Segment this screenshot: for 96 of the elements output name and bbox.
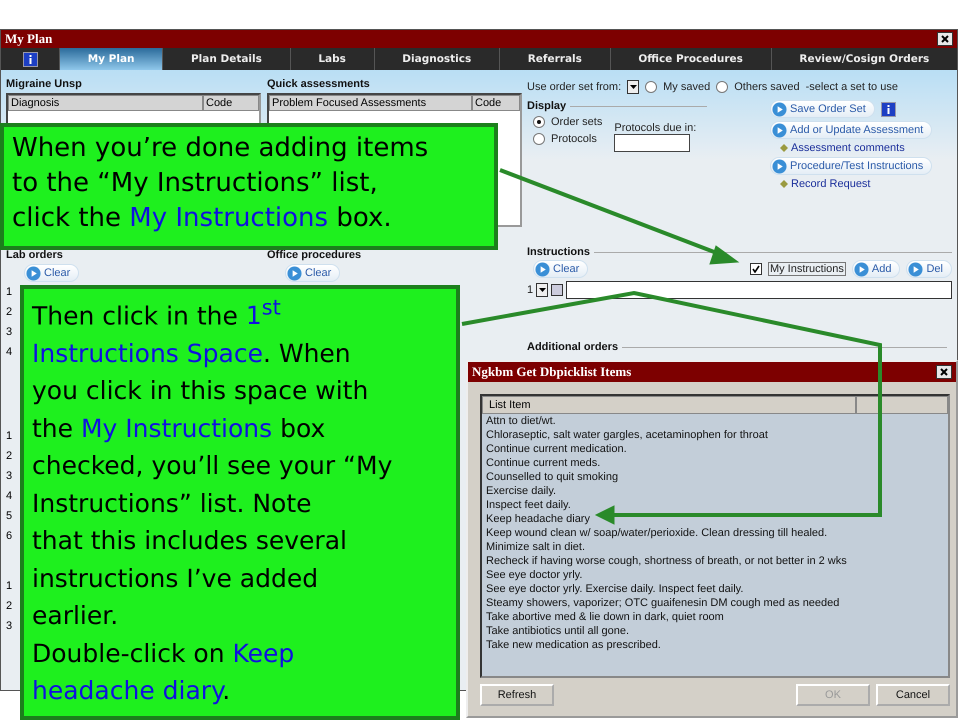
- radio-button[interactable]: [645, 81, 658, 93]
- checkbox-label: My Instructions: [768, 262, 846, 276]
- list-item[interactable]: Keep headache diary: [482, 512, 948, 526]
- instruction-input[interactable]: [566, 281, 952, 299]
- section-heading: Quick assessments: [267, 78, 371, 90]
- radio-label: Protocols: [551, 133, 597, 145]
- column-header: Problem Focused Assessments: [269, 95, 472, 111]
- list-item[interactable]: Continue current medication.: [482, 442, 948, 456]
- section-heading: Instructions: [527, 246, 590, 258]
- row-number: 2: [6, 600, 12, 614]
- list-item[interactable]: Take new medication as prescribed.: [482, 638, 948, 652]
- list-item[interactable]: Counselled to quit smoking: [482, 470, 948, 484]
- section-heading: Office procedures: [267, 249, 362, 261]
- diamond-icon: [780, 144, 788, 152]
- close-icon: [940, 368, 948, 376]
- caret-icon: [538, 288, 546, 292]
- play-icon: [772, 158, 787, 174]
- row-number: 1: [6, 286, 12, 300]
- play-icon: [535, 262, 550, 276]
- list-item[interactable]: Inspect feet daily.: [482, 498, 948, 512]
- radio-button[interactable]: [716, 81, 728, 93]
- row-number: 3: [6, 470, 12, 484]
- play-icon: [854, 262, 869, 276]
- list-item[interactable]: See eye doctor yrly.: [482, 568, 948, 582]
- row-number: 1: [527, 284, 534, 296]
- input-field[interactable]: [614, 134, 690, 152]
- section-heading: Display: [527, 100, 566, 112]
- action-button[interactable]: Del: [906, 260, 952, 278]
- row-number: 1: [6, 580, 12, 594]
- column-header: List Item: [482, 396, 856, 414]
- play-icon: [26, 266, 41, 280]
- radio-button[interactable]: [533, 133, 545, 145]
- radio-label: Others saved: [734, 81, 800, 93]
- column-header: Diagnosis: [8, 95, 203, 111]
- row-number: 5: [6, 510, 12, 524]
- close-button[interactable]: [936, 365, 952, 379]
- action-button[interactable]: Add: [852, 260, 900, 278]
- checkbox[interactable]: [750, 263, 762, 275]
- row-number: 6: [6, 530, 12, 544]
- hint-text: -select a set to use: [806, 81, 898, 93]
- dialog-title: Ngkbm Get Dbpicklist Items: [472, 364, 632, 380]
- row-number: 2: [6, 450, 12, 464]
- list-item[interactable]: Take antibiotics until all gone.: [482, 624, 948, 638]
- diamond-icon: [780, 180, 788, 188]
- action-button[interactable]: Procedure/Test Instructions: [770, 157, 932, 175]
- clear-button[interactable]: Clear: [285, 264, 340, 282]
- list-item[interactable]: See eye doctor yrly. Exercise daily. Inspect feet daily.: [482, 582, 948, 596]
- close-button[interactable]: [937, 32, 953, 46]
- row-number: 2: [6, 306, 12, 320]
- section-heading: Migraine Unsp: [6, 78, 83, 90]
- close-icon: [941, 35, 949, 43]
- clear-button[interactable]: Clear: [533, 260, 588, 278]
- list-item[interactable]: Keep wound clean w/ soap/water/perioxide. Clean dressing till healed.: [482, 526, 948, 540]
- dialog-button[interactable]: Refresh: [480, 684, 554, 706]
- field-label: Use order set from:: [527, 81, 622, 93]
- action-button[interactable]: Add or Update Assessment: [770, 121, 932, 139]
- play-icon: [287, 266, 302, 280]
- column-header: Code: [472, 95, 520, 111]
- dropdown-button[interactable]: [536, 283, 548, 297]
- play-icon: [772, 102, 787, 116]
- radio-label: Order sets: [551, 116, 602, 128]
- window-title: My Plan: [5, 31, 52, 47]
- action-link[interactable]: Record Request: [780, 178, 940, 190]
- section-heading: Lab orders: [6, 249, 64, 261]
- row-number: 4: [6, 346, 12, 360]
- callout-text: When you’re done adding items to the “My Instructions” list, click the My Instructions box.: [12, 132, 430, 236]
- caret-icon: [630, 85, 637, 89]
- callout-text: Double-click on Keep headache diary.: [32, 638, 296, 708]
- list-item[interactable]: Minimize salt in diet.: [482, 540, 948, 554]
- callout-text: Then click in the 1$^{st}$ Instructions Space. When you click in this space with the My Instructions box checked, you’ll see your “My Instructions” list. Note that this includes several instructions I’ve added earlier.: [32, 295, 394, 632]
- info-icon[interactable]: [880, 102, 896, 116]
- list-item[interactable]: Chloraseptic, salt water gargles, acetaminophen for throat: [482, 428, 948, 442]
- clear-button[interactable]: Clear: [24, 264, 80, 282]
- section-heading: Additional orders: [527, 341, 618, 353]
- radio-label: My saved: [663, 81, 710, 93]
- row-number: 4: [6, 490, 12, 504]
- action-link[interactable]: Assessment comments: [780, 142, 940, 154]
- play-icon: [908, 262, 924, 276]
- list-item[interactable]: Exercise daily.: [482, 484, 948, 498]
- list-item[interactable]: Steamy showers, vaporizer; OTC guaifenesin DM cough med as needed: [482, 596, 948, 610]
- dropdown-button[interactable]: [627, 80, 640, 94]
- info-icon[interactable]: [22, 52, 38, 66]
- checkbox[interactable]: [551, 284, 564, 296]
- play-icon: [772, 122, 787, 138]
- field-label: Protocols due in:: [614, 122, 696, 134]
- list-item[interactable]: Recheck if having worse cough, shortness of breath, or not better in 2 wks: [482, 554, 948, 568]
- list-item[interactable]: Continue current meds.: [482, 456, 948, 470]
- row-number: 3: [6, 326, 12, 340]
- list-item[interactable]: Attn to diet/wt.: [482, 414, 948, 428]
- row-number: 1: [6, 430, 12, 444]
- dialog-button[interactable]: Cancel: [876, 684, 950, 706]
- action-button[interactable]: Save Order Set: [770, 100, 875, 118]
- list-item[interactable]: Take abortive med & lie down in dark, quiet room: [482, 610, 948, 624]
- column-header: Code: [203, 95, 259, 111]
- radio-button[interactable]: [533, 116, 545, 128]
- row-number: 3: [6, 620, 12, 634]
